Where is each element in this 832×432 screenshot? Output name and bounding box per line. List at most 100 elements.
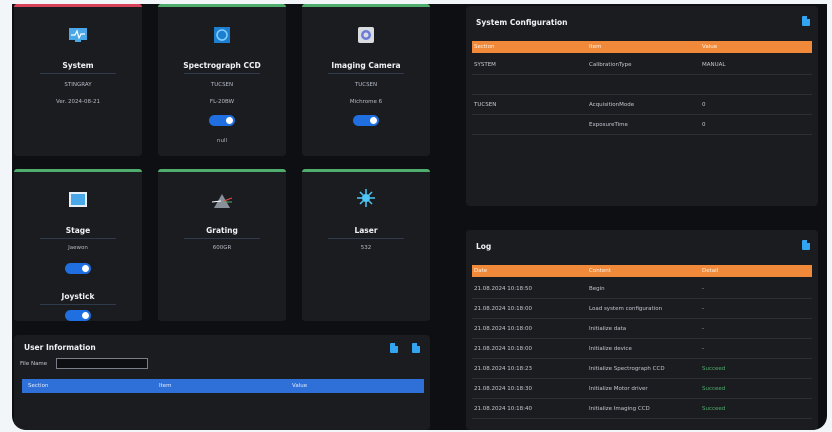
spectrograph-card: Spectrograph CCD TUCSEN FL-20BW null <box>158 4 286 156</box>
column-header: Date <box>474 268 488 274</box>
panel-title: User Information <box>24 343 96 352</box>
card-line: Michrome 6 <box>349 99 383 105</box>
column-header: Section <box>28 383 49 389</box>
log-cell: 21.08.2024 10:18:23 <box>474 366 532 372</box>
column-header: Detail <box>702 268 719 274</box>
config-row: TUCSEN AcquisitionMode 0 <box>472 95 812 115</box>
config-row: ExposureTime 0 <box>472 115 812 135</box>
column-header: Item <box>589 44 602 50</box>
card-line: TUCSEN <box>354 82 378 88</box>
card-line: FL-20BW <box>209 99 235 105</box>
log-row: 21.08.2024 10:18:00 Initialize data - <box>472 319 812 339</box>
log-row: 21.08.2024 10:18:30 Initialize Motor driv… <box>472 379 812 399</box>
divider <box>327 73 405 74</box>
log-cell: Initialize Spectrograph CCD <box>589 366 665 372</box>
card-line: Ver. 2024-08-21 <box>56 99 100 105</box>
log-cell: 21.08.2024 10:18:00 <box>474 306 532 312</box>
log-cell: - <box>702 326 704 332</box>
card-title: Spectrograph CCD <box>183 61 261 70</box>
card-title: System <box>62 61 94 70</box>
spectrograph-toggle[interactable] <box>209 115 235 126</box>
log-cell: - <box>702 286 704 292</box>
joystick-toggle[interactable] <box>65 310 91 321</box>
card-title: Imaging Camera <box>331 61 401 70</box>
config-cell: SYSTEM <box>474 62 496 68</box>
log-cell: Initialize data <box>589 326 627 332</box>
divider <box>327 238 405 239</box>
log-table-header: Date Content Detail <box>472 265 812 277</box>
camera-icon <box>358 27 374 43</box>
config-cell: AcquisitionMode <box>589 102 635 108</box>
divider <box>39 304 117 305</box>
app-window: System STINGRAY Ver. 2024-08-21 Spectrog… <box>12 4 827 430</box>
save-doc-icon[interactable] <box>412 343 420 353</box>
config-cell: MANUAL <box>702 62 726 68</box>
divider <box>39 73 117 74</box>
card-line: Jaewon <box>68 245 88 251</box>
log-panel: Log Date Content Detail 21.08.2024 10:18… <box>466 230 818 430</box>
stage-toggle[interactable] <box>65 263 91 274</box>
config-cell: CalibrationType <box>589 62 632 68</box>
stage-icon <box>69 192 87 207</box>
config-cell: ExposureTime <box>589 122 628 128</box>
config-cell: TUCSEN <box>474 102 497 108</box>
card-title: Stage <box>65 226 91 235</box>
log-row: 21.08.2024 10:18:00 Load system configura… <box>472 299 812 319</box>
joystick-title: Joystick <box>61 292 95 301</box>
log-cell: - <box>702 346 704 352</box>
divider <box>39 238 117 239</box>
laser-card: Laser 532 <box>302 169 430 321</box>
grating-card: Grating 600GR <box>158 169 286 321</box>
column-header: Section <box>474 44 495 50</box>
monitor-icon <box>69 28 87 42</box>
panel-title: Log <box>476 242 492 251</box>
log-cell: Initialize Motor driver <box>589 386 648 392</box>
log-cell: Succeed <box>702 406 726 412</box>
stage-card: Stage Jaewon Joystick <box>14 169 142 321</box>
config-row: SYSTEM CalibrationType MANUAL <box>472 55 812 75</box>
column-header: Value <box>702 44 718 50</box>
card-line: STINGRAY <box>64 82 92 88</box>
column-header: Value <box>292 383 308 389</box>
system-configuration-panel: System Configuration Section Item Value … <box>466 6 818 206</box>
panel-title: System Configuration <box>476 18 568 27</box>
card-line: null <box>216 138 228 144</box>
imaging-camera-toggle[interactable] <box>353 115 379 126</box>
card-title: Grating <box>206 226 238 235</box>
log-cell: Load system configuration <box>589 306 663 312</box>
system-card: System STINGRAY Ver. 2024-08-21 <box>14 4 142 156</box>
column-header: Content <box>589 268 611 274</box>
log-cell: Initialize device <box>589 346 632 352</box>
imaging-camera-card: Imaging Camera TUCSEN Michrome 6 <box>302 4 430 156</box>
file-name-input[interactable] <box>56 358 148 369</box>
log-row: 21.08.2024 10:18:40 Initialize Imaging CC… <box>472 399 812 419</box>
log-row: 21.08.2024 10:18:23 Initialize Spectrogra… <box>472 359 812 379</box>
export-doc-icon[interactable] <box>390 343 398 353</box>
export-config-icon[interactable] <box>802 16 810 26</box>
config-row <box>472 75 812 95</box>
export-log-icon[interactable] <box>802 240 810 250</box>
log-cell: Initialize Imaging CCD <box>589 406 650 412</box>
column-header: Item <box>159 383 172 389</box>
log-cell: Succeed <box>702 386 726 392</box>
config-cell: 0 <box>702 102 706 108</box>
log-cell: Succeed <box>702 366 726 372</box>
log-cell: - <box>702 306 704 312</box>
config-table-header: Section Item Value <box>472 41 812 53</box>
log-row: 21.08.2024 10:18:50 Begin - <box>472 279 812 299</box>
divider <box>183 73 261 74</box>
log-cell: 21.08.2024 10:18:00 <box>474 326 532 332</box>
user-information-panel: User Information File Name Section Item … <box>14 335 430 430</box>
log-cell: 21.08.2024 10:18:50 <box>474 286 532 292</box>
divider <box>183 238 261 239</box>
log-cell: 21.08.2024 10:18:30 <box>474 386 532 392</box>
log-cell: Begin <box>589 286 605 292</box>
config-cell: 0 <box>702 122 706 128</box>
card-line: 532 <box>360 245 372 251</box>
file-name-label: File Name <box>20 361 48 367</box>
user-info-table-header: Section Item Value <box>22 379 424 393</box>
ccd-sensor-icon <box>214 27 230 43</box>
prism-icon <box>212 194 232 208</box>
log-row: 21.08.2024 10:18:00 Initialize device - <box>472 339 812 359</box>
card-line: TUCSEN <box>210 82 234 88</box>
